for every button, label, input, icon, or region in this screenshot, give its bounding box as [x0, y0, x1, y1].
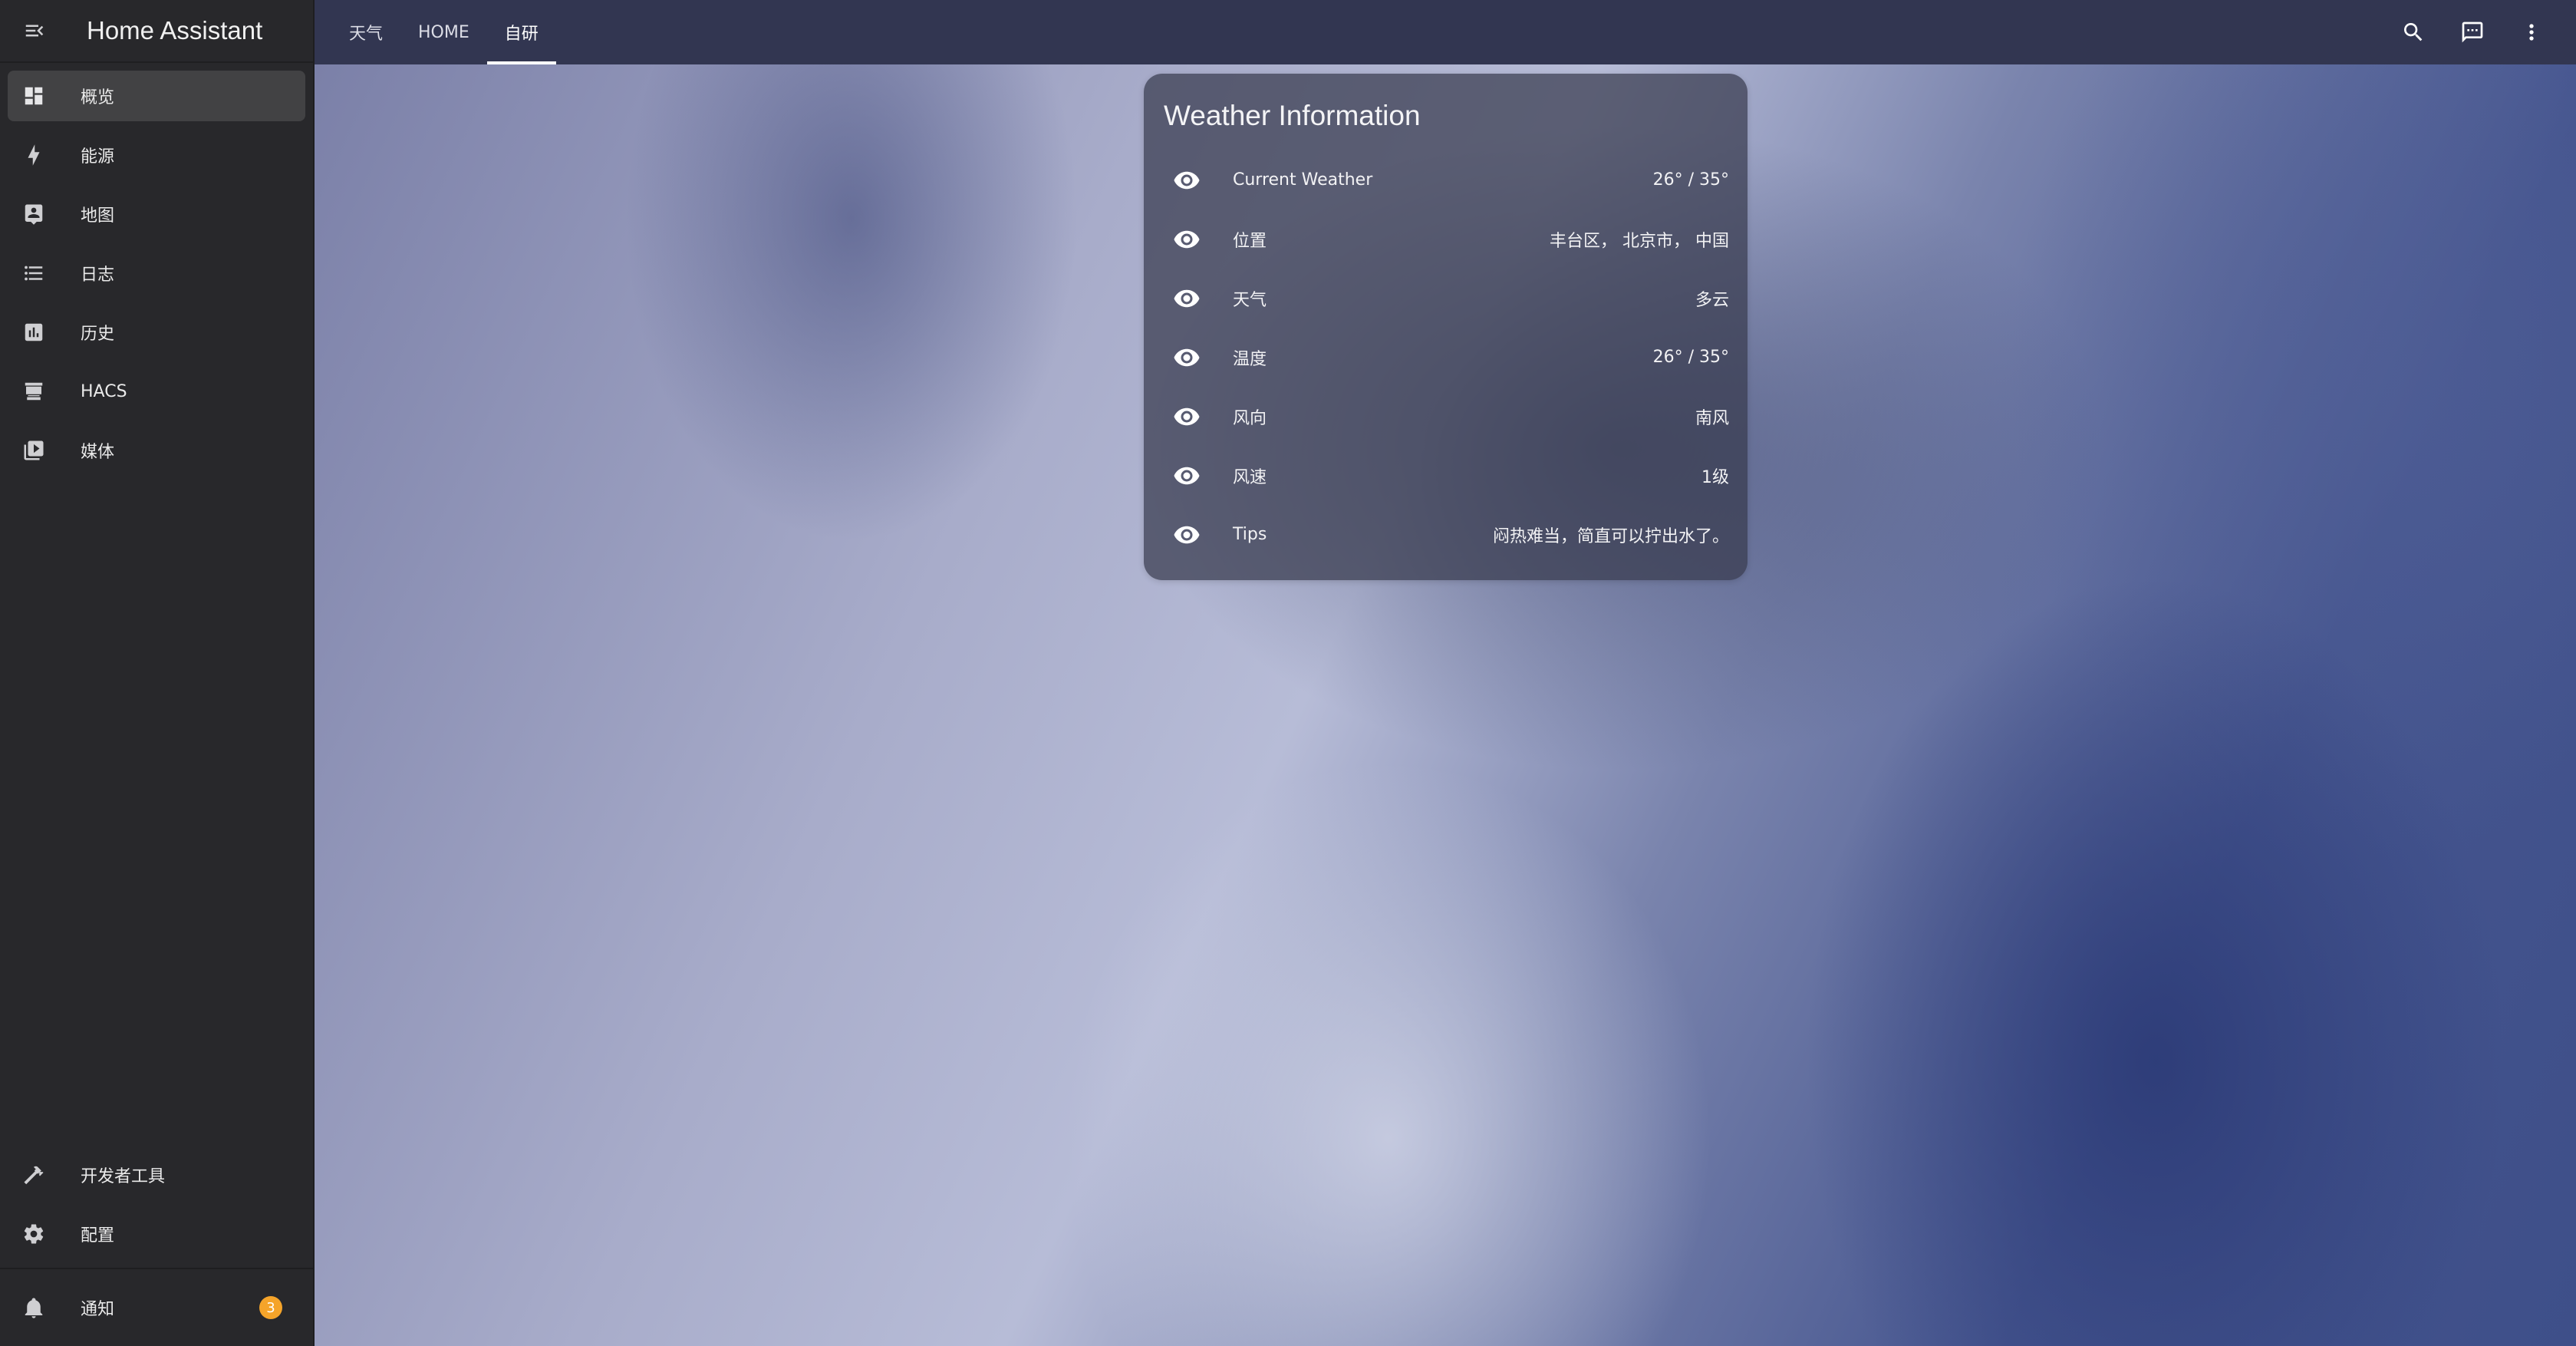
app-title: Home Assistant — [87, 16, 263, 45]
entity-value: 丰台区， 北京市， 中国 — [1550, 231, 1729, 251]
toolbar-actions — [2383, 0, 2561, 64]
sidebar-item-label: 媒体 — [81, 443, 115, 462]
top-app-bar: 天气 HOME 自研 — [315, 0, 2576, 64]
sidebar-nav: 概览 能源 地图 日志 历史 HACS 媒体 — [0, 63, 313, 476]
sidebar-item-media[interactable]: 媒体 — [8, 425, 305, 476]
entity-rows: Current Weather 26° / 35° 位置 丰台区， 北京市， 中… — [1144, 150, 1748, 564]
sidebar-item-label: HACS — [81, 381, 127, 401]
sidebar-bottom: 开发者工具 配置 通知 3 — [0, 1150, 313, 1346]
entity-value: 1级 — [1701, 467, 1729, 487]
sidebar-item-label: 地图 — [81, 206, 115, 226]
sidebar-item-notifications[interactable]: 通知 3 — [8, 1282, 305, 1333]
sidebar-item-logbook[interactable]: 日志 — [8, 248, 305, 299]
lightning-icon — [28, 144, 40, 166]
entity-row[interactable]: 风速 1级 — [1164, 446, 1729, 505]
entity-row[interactable]: 风向 南风 — [1164, 387, 1729, 446]
sidebar-item-label: 概览 — [81, 88, 115, 107]
hacs-icon — [25, 382, 43, 401]
entity-name: Current Weather — [1233, 170, 1373, 190]
dashboard-icon — [25, 87, 43, 105]
hammer-icon — [24, 1166, 44, 1185]
eye-icon — [1174, 467, 1200, 484]
message-text-icon — [2462, 21, 2482, 43]
entity-value: 闷热难当，简直可以拧出水了。 — [1492, 526, 1729, 546]
sidebar-item-map[interactable]: 地图 — [8, 189, 305, 239]
entity-value: 26° / 35° — [1652, 170, 1729, 190]
tab-self-developed[interactable]: 自研 — [486, 0, 556, 64]
sidebar-header: Home Assistant — [0, 0, 313, 63]
sidebar-item-settings[interactable]: 配置 — [8, 1209, 305, 1259]
sidebar-item-hacs[interactable]: HACS — [8, 366, 305, 417]
eye-icon — [1174, 289, 1200, 307]
eye-icon — [1174, 230, 1200, 248]
dashboard-view: Weather Information Current Weather 26° … — [315, 64, 2576, 1346]
sidebar-item-label: 历史 — [81, 325, 115, 344]
list-icon — [25, 266, 43, 281]
media-play-icon — [24, 440, 44, 460]
notification-count-badge: 3 — [259, 1296, 282, 1319]
search-icon — [2403, 23, 2422, 41]
entity-name: Tips — [1233, 525, 1267, 544]
gear-icon — [24, 1224, 44, 1244]
sidebar-item-label: 配置 — [81, 1226, 115, 1245]
menu-toggle-button[interactable] — [0, 0, 69, 62]
more-options-button[interactable] — [2502, 0, 2561, 64]
entity-value: 多云 — [1695, 290, 1729, 310]
entity-name: 风速 — [1233, 467, 1267, 487]
notifications-row: 通知 3 — [0, 1269, 313, 1346]
weather-card: Weather Information Current Weather 26° … — [1144, 74, 1748, 580]
view-tabs: 天气 HOME 自研 — [331, 0, 556, 64]
dots-vertical-icon — [2528, 24, 2534, 41]
entity-value: 南风 — [1695, 408, 1729, 428]
sidebar-item-energy[interactable]: 能源 — [8, 130, 305, 180]
menu-open-icon — [25, 25, 44, 37]
app-root: Home Assistant 概览 能源 地图 日志 历史 HACS 媒体 开发… — [0, 0, 2576, 1346]
entity-row[interactable]: Tips 闷热难当，简直可以拧出水了。 — [1164, 505, 1729, 564]
eye-icon — [1174, 526, 1200, 543]
sidebar-item-label: 通知 — [81, 1300, 115, 1319]
eye-icon — [1174, 171, 1200, 189]
entity-name: 位置 — [1233, 231, 1267, 251]
card-title: Weather Information — [1164, 100, 1421, 131]
sidebar-item-developer-tools[interactable]: 开发者工具 — [8, 1150, 305, 1200]
chart-box-icon — [25, 323, 43, 341]
entity-row[interactable]: 温度 26° / 35° — [1164, 328, 1729, 387]
entity-name: 天气 — [1233, 290, 1267, 310]
sidebar-item-label: 日志 — [81, 266, 115, 285]
entity-name: 风向 — [1233, 408, 1267, 428]
tab-weather[interactable]: 天气 — [331, 0, 400, 64]
eye-icon — [1174, 348, 1200, 366]
map-account-icon — [25, 204, 43, 225]
entity-name: 温度 — [1233, 349, 1267, 369]
sidebar-item-overview[interactable]: 概览 — [8, 71, 305, 121]
eye-icon — [1174, 407, 1200, 425]
bell-icon — [25, 1298, 43, 1318]
sidebar: Home Assistant 概览 能源 地图 日志 历史 HACS 媒体 开发… — [0, 0, 315, 1346]
entity-value: 26° / 35° — [1652, 348, 1729, 367]
sidebar-item-label: 开发者工具 — [81, 1167, 166, 1186]
entity-row[interactable]: 位置 丰台区， 北京市， 中国 — [1164, 209, 1729, 269]
search-button[interactable] — [2383, 0, 2443, 64]
entity-row[interactable]: Current Weather 26° / 35° — [1164, 150, 1729, 209]
sidebar-item-label: 能源 — [81, 147, 115, 167]
sidebar-item-history[interactable]: 历史 — [8, 307, 305, 358]
assist-button[interactable] — [2443, 0, 2502, 64]
entity-row[interactable]: 天气 多云 — [1164, 269, 1729, 328]
tab-home[interactable]: HOME — [400, 0, 487, 64]
